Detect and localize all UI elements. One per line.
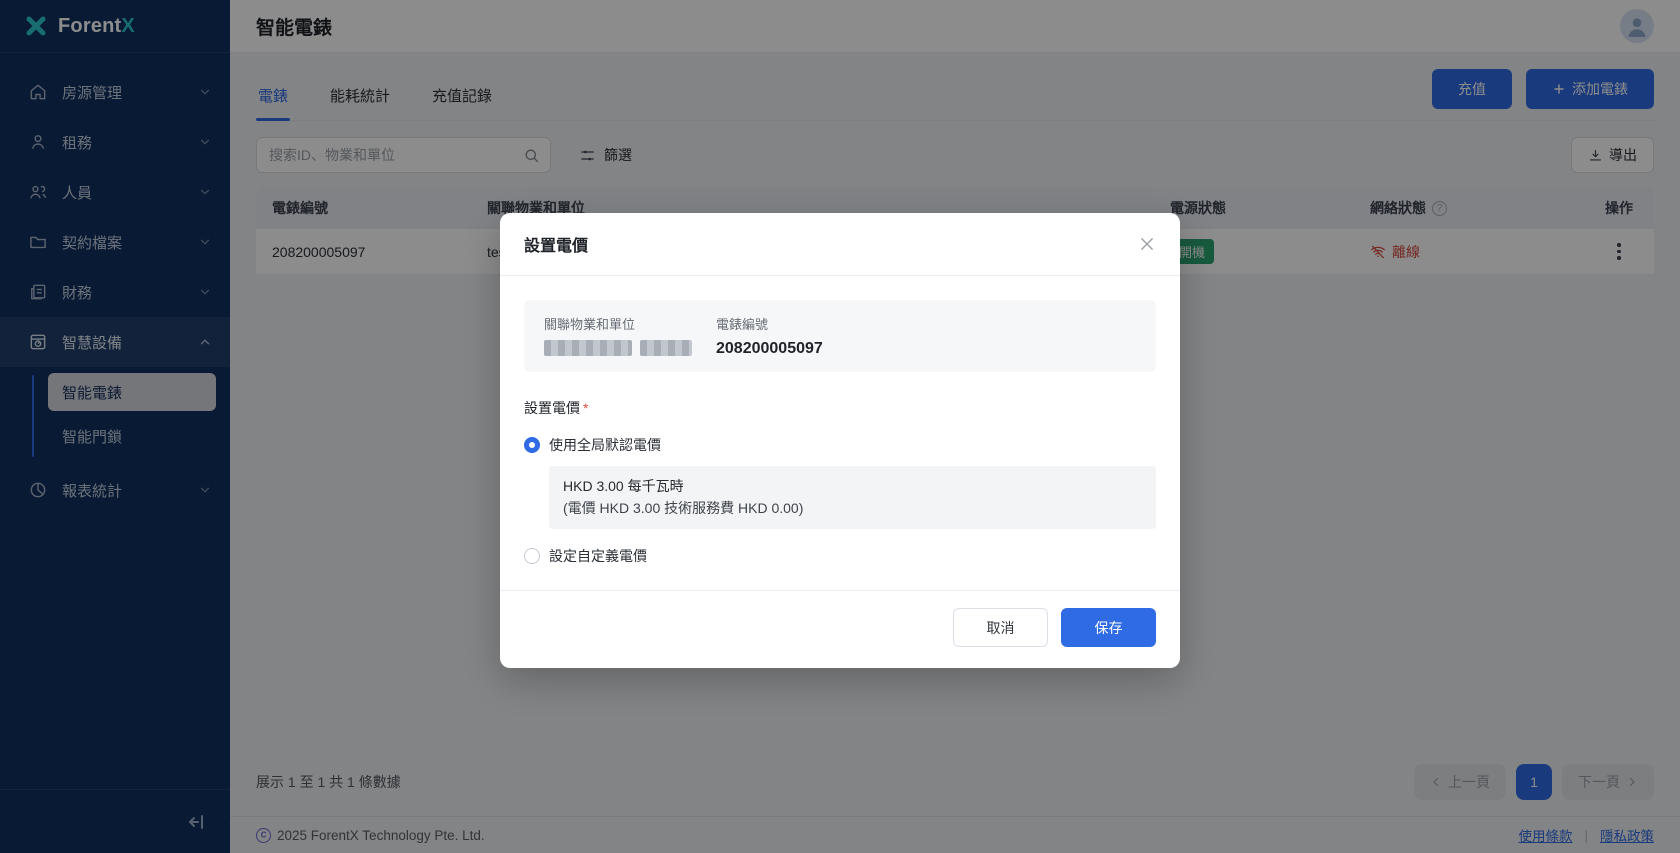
redacted-property-value <box>544 340 716 356</box>
radio-option-custom-price[interactable]: 設定自定義電價 <box>524 546 1156 566</box>
property-label: 關聯物業和單位 <box>544 314 716 333</box>
meter-id-label: 電錶編號 <box>716 314 823 333</box>
modal-body: 關聯物業和單位 電錶編號 208200005097 設置電價* 使用全局默認電價… <box>500 276 1180 590</box>
default-price-box: HKD 3.00 每千瓦時 (電價 HKD 3.00 技術服務費 HKD 0.0… <box>549 466 1156 529</box>
modal-footer: 取消 保存 <box>500 590 1180 668</box>
app-root: ForentX 房源管理 租務 人員 契約檔案 <box>0 0 1680 853</box>
set-price-modal: 設置電價 關聯物業和單位 電錶編號 208200005097 設置電價* <box>500 213 1180 668</box>
price-main: HKD 3.00 每千瓦時 <box>563 476 1142 498</box>
cancel-button[interactable]: 取消 <box>953 608 1048 647</box>
save-button[interactable]: 保存 <box>1061 608 1156 647</box>
price-detail: (電價 HKD 3.00 技術服務費 HKD 0.00) <box>563 498 1142 520</box>
radio-selected-icon[interactable] <box>524 437 540 453</box>
modal-title: 設置電價 <box>524 232 588 256</box>
meter-id-value: 208200005097 <box>716 340 823 358</box>
required-asterisk: * <box>583 400 588 416</box>
radio-label: 使用全局默認電價 <box>549 435 661 455</box>
modal-header: 設置電價 <box>500 213 1180 276</box>
meter-info-box: 關聯物業和單位 電錶編號 208200005097 <box>524 300 1156 372</box>
radio-label: 設定自定義電價 <box>549 546 647 566</box>
set-price-label: 設置電價* <box>524 398 1156 418</box>
radio-option-default-price[interactable]: 使用全局默認電價 <box>524 435 1156 455</box>
radio-unselected-icon[interactable] <box>524 548 540 564</box>
close-icon[interactable] <box>1138 235 1156 253</box>
